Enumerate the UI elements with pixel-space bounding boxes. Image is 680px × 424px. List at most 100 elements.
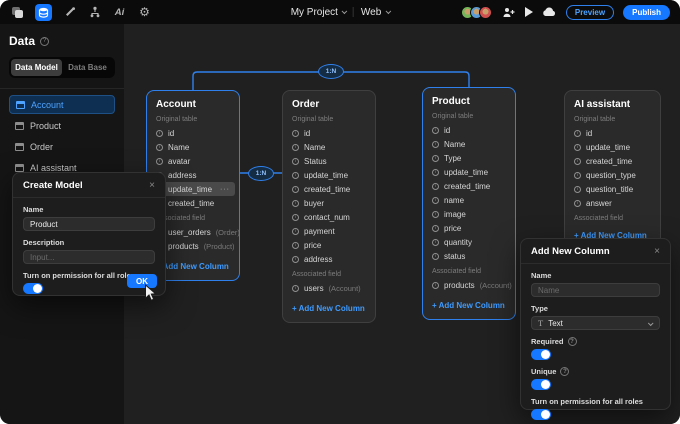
ok-button[interactable]: OK	[127, 274, 157, 288]
sidebar-item-product[interactable]: Product	[9, 116, 115, 135]
collaborator-avatars[interactable]	[461, 6, 492, 19]
field-row-name[interactable]: name	[432, 193, 506, 207]
assoc-ref: (Account)	[329, 284, 361, 293]
field-row-contact_num[interactable]: contact_num	[292, 210, 366, 224]
field-row-buyer[interactable]: buyer	[292, 196, 366, 210]
field-row-address[interactable]: address	[156, 168, 230, 182]
project-switcher[interactable]: My Project	[291, 7, 346, 18]
invite-user-icon[interactable]	[501, 5, 516, 20]
help-icon[interactable]: ?	[568, 337, 577, 346]
section-label-original: Original table	[292, 116, 366, 123]
section-label-associated: Associated field	[574, 215, 651, 222]
sidebar-item-order[interactable]: Order	[9, 137, 115, 156]
field-row-price[interactable]: price	[292, 238, 366, 252]
publish-button[interactable]: Publish	[623, 5, 670, 20]
close-icon[interactable]: ×	[149, 181, 155, 191]
field-row-update_time[interactable]: update_time	[432, 165, 506, 179]
model-list: AccountProductOrderAI assistant	[9, 95, 115, 177]
field-row-price[interactable]: price	[432, 221, 506, 235]
add-new-column-button[interactable]: + Add New Column	[156, 262, 230, 271]
field-name: Name	[168, 143, 189, 152]
field-menu-icon[interactable]: ···	[220, 186, 230, 193]
section-label-associated: Associated field	[432, 268, 506, 275]
field-row-id[interactable]: id	[292, 126, 366, 140]
field-row-Name[interactable]: Name	[292, 140, 366, 154]
relation-badge[interactable]: 1:N	[248, 166, 274, 181]
cloud-icon[interactable]	[542, 5, 557, 20]
assoc-row-user_orders[interactable]: user_orders(Order)	[156, 225, 230, 239]
relation-badge[interactable]: 1:N	[318, 64, 344, 79]
section-label-original: Original table	[432, 113, 506, 120]
field-type-icon	[292, 228, 299, 235]
top-bar: Ai ⚙ My Project Web Pre	[0, 0, 680, 24]
field-row-Type[interactable]: Type	[432, 151, 506, 165]
model-name-input[interactable]: Product	[23, 217, 155, 231]
field-row-quantity[interactable]: quantity	[432, 235, 506, 249]
sidebar-item-label: Product	[30, 121, 61, 131]
help-icon[interactable]: ?	[560, 367, 569, 376]
field-row-id[interactable]: id	[432, 123, 506, 137]
field-row-id[interactable]: id	[156, 126, 230, 140]
field-name: id	[304, 129, 310, 138]
unique-toggle[interactable]	[531, 379, 551, 390]
field-row-created_time[interactable]: created_time	[292, 182, 366, 196]
app-logo-icon[interactable]	[10, 5, 25, 20]
column-type-select[interactable]: T Text	[531, 316, 660, 330]
run-play-icon[interactable]	[525, 7, 533, 17]
field-row-created_time[interactable]: created_time	[156, 196, 230, 210]
field-row-created_time[interactable]: created_time	[574, 154, 651, 168]
avatar[interactable]	[479, 6, 492, 19]
platform-switcher[interactable]: Web	[361, 7, 389, 18]
help-icon[interactable]: ?	[40, 37, 49, 46]
table-card-ai-assistant[interactable]: AI assistantOriginal tableidupdate_timec…	[564, 90, 661, 250]
field-row-avatar[interactable]: avatar	[156, 154, 230, 168]
table-card-product[interactable]: ProductOriginal tableidNameTypeupdate_ti…	[422, 87, 516, 320]
field-row-question_title[interactable]: question_title	[574, 182, 651, 196]
column-name-input[interactable]: Name	[531, 283, 660, 297]
model-description-input[interactable]: Input...	[23, 250, 155, 264]
assoc-row-users[interactable]: users (Account)	[292, 281, 366, 295]
ai-tool-icon[interactable]: Ai	[112, 5, 127, 20]
add-new-column-button[interactable]: + Add New Column	[432, 301, 506, 310]
field-row-created_time[interactable]: created_time	[432, 179, 506, 193]
close-icon[interactable]: ×	[654, 247, 660, 257]
field-type-icon	[432, 155, 439, 162]
assoc-name: users	[304, 284, 324, 293]
field-row-Name[interactable]: Name	[156, 140, 230, 154]
required-toggle[interactable]	[531, 349, 551, 360]
logic-flow-icon[interactable]	[87, 5, 102, 20]
field-row-question_type[interactable]: question_type	[574, 168, 651, 182]
table-card-order[interactable]: OrderOriginal tableidNameStatusupdate_ti…	[282, 90, 376, 323]
field-row-answer[interactable]: answer	[574, 196, 651, 210]
field-row-status[interactable]: status	[432, 249, 506, 263]
field-row-payment[interactable]: payment	[292, 224, 366, 238]
settings-gear-icon[interactable]: ⚙	[137, 5, 152, 20]
field-row-address[interactable]: address	[292, 252, 366, 266]
field-type-icon	[432, 211, 439, 218]
field-type-icon	[432, 253, 439, 260]
preview-button[interactable]: Preview	[566, 5, 614, 20]
field-row-update_time[interactable]: update_time	[292, 168, 366, 182]
field-name: contact_num	[304, 213, 350, 222]
assoc-row-products[interactable]: products(Account)	[432, 278, 506, 292]
data-tool-icon[interactable]	[35, 4, 52, 21]
field-row-update_time[interactable]: update_time	[574, 140, 651, 154]
field-row-image[interactable]: image	[432, 207, 506, 221]
assoc-row-products[interactable]: products(Product)	[156, 239, 230, 253]
add-new-column-dialog: Add New Column × Name Name Type T Text R…	[520, 238, 671, 410]
field-row-Status[interactable]: Status	[292, 154, 366, 168]
sidebar-item-account[interactable]: Account	[9, 95, 115, 114]
description-label: Description	[23, 238, 155, 247]
permission-toggle[interactable]	[531, 409, 551, 420]
section-label-associated: Associated field	[292, 271, 366, 278]
field-name: question_type	[586, 171, 636, 180]
field-name: created_time	[304, 185, 350, 194]
field-row-Name[interactable]: Name	[432, 137, 506, 151]
field-name: id	[168, 129, 174, 138]
add-new-column-button[interactable]: + Add New Column	[292, 304, 366, 313]
permission-toggle[interactable]	[23, 283, 43, 294]
design-tool-icon[interactable]	[62, 5, 77, 20]
field-row-id[interactable]: id	[574, 126, 651, 140]
tab-data-model[interactable]: Data Model	[11, 59, 62, 76]
tab-data-base[interactable]: Data Base	[62, 59, 113, 76]
